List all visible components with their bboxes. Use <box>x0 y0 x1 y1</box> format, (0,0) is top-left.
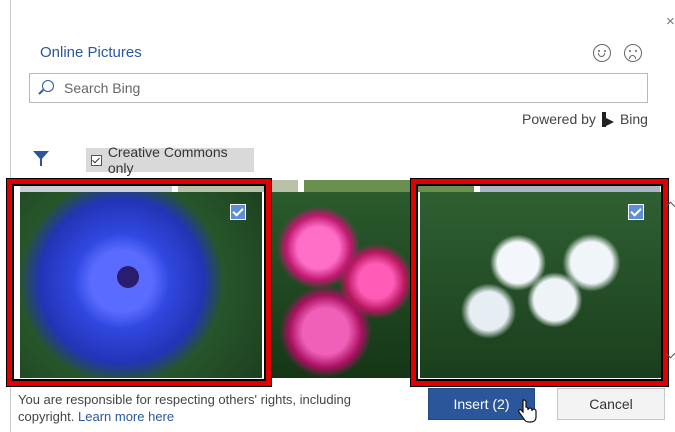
scroll-up-icon[interactable] <box>665 201 675 212</box>
smile-icon[interactable] <box>593 44 611 62</box>
results-scrollbar[interactable] <box>665 195 675 365</box>
copyright-notice-text: You are responsible for respecting other… <box>18 392 351 424</box>
search-box[interactable] <box>29 73 648 103</box>
powered-by-brand: Bing <box>619 111 648 127</box>
hand-cursor-icon <box>518 399 537 423</box>
flower-center <box>116 266 139 289</box>
learn-more-link[interactable]: Learn more here <box>78 409 174 424</box>
copyright-notice: You are responsible for respecting other… <box>18 391 398 425</box>
bing-logo-icon <box>601 111 614 127</box>
cancel-button[interactable]: Cancel <box>557 388 665 420</box>
search-icon <box>42 80 54 92</box>
image-result-pink-flowers[interactable] <box>268 192 412 378</box>
powered-by-label: Powered by <box>522 111 596 127</box>
close-icon[interactable]: × <box>666 14 675 29</box>
creative-commons-label: Creative Commons only <box>107 144 228 176</box>
checkbox-checked-icon[interactable] <box>91 154 102 166</box>
creative-commons-filter[interactable]: Creative Commons only <box>86 144 254 176</box>
image-results-grid <box>20 192 665 378</box>
scroll-down-icon[interactable] <box>665 348 675 359</box>
powered-by: Powered by Bing <box>522 111 648 127</box>
selected-check-icon[interactable] <box>230 204 246 220</box>
search-input[interactable] <box>64 74 624 102</box>
image-result-white-flowers[interactable] <box>420 192 665 378</box>
frown-icon[interactable] <box>624 44 642 62</box>
image-result-blue-cornflower[interactable] <box>20 192 262 378</box>
dialog-title: Online Pictures <box>40 44 142 61</box>
selected-check-icon[interactable] <box>628 204 644 220</box>
filter-icon[interactable] <box>33 151 49 166</box>
previous-results-row <box>20 180 665 192</box>
